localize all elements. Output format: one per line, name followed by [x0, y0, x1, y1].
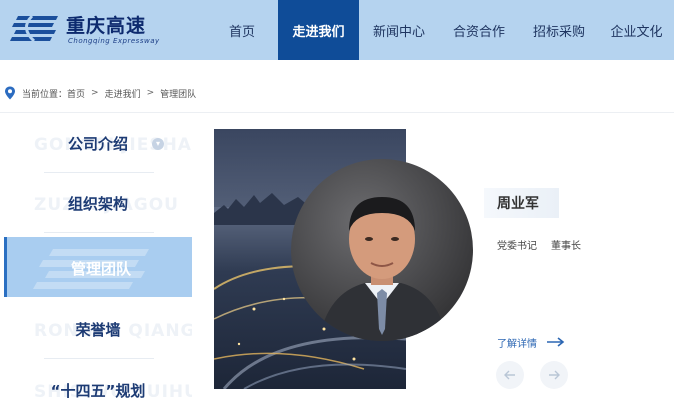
- arrow-right-icon: [547, 337, 565, 347]
- breadcrumb-separator: >: [91, 88, 99, 98]
- previous-button[interactable]: [496, 361, 524, 389]
- executive-title: 党委书记: [497, 241, 537, 252]
- site-header: 重庆高速 Chongqing Expressway 首页 走进我们 新闻中心 合…: [0, 0, 674, 60]
- breadcrumb-prefix: 当前位置：: [22, 89, 68, 100]
- nav-item-news[interactable]: 新闻中心: [359, 0, 439, 60]
- executive-portrait: [291, 159, 473, 341]
- breadcrumb: 当前位置： 首页 > 走进我们 > 管理团队: [4, 85, 196, 101]
- sidebar-item-five-year-plan[interactable]: SHISIWU GUIHUA “十四五”规划: [4, 360, 192, 408]
- more-details-label: 了解详情: [497, 338, 537, 350]
- chevron-down-icon[interactable]: ▾: [152, 138, 164, 150]
- location-pin-icon: [5, 86, 15, 100]
- sidebar-item-company-intro[interactable]: GONGSI JIESHAO 公司介绍 ▾: [4, 113, 192, 173]
- nav-item-procurement[interactable]: 招标采购: [519, 0, 599, 60]
- logo-title: 重庆高速: [66, 15, 147, 37]
- executive-titles: 党委书记 董事长: [497, 237, 581, 252]
- sidebar-item-label: “十四五”规划: [50, 382, 146, 400]
- page: 重庆高速 Chongqing Expressway 首页 走进我们 新闻中心 合…: [0, 0, 674, 408]
- sidebar: GONGSI JIESHAO 公司介绍 ▾ ZUZHI JIAGOU 组织架构 …: [4, 113, 192, 408]
- logo-mark-icon: [10, 14, 58, 43]
- logo-subtitle: Chongqing Expressway: [68, 37, 160, 45]
- sidebar-item-label: 组织架构: [67, 195, 128, 213]
- arrow-left-icon: [504, 370, 515, 380]
- sidebar-item-label: 管理团队: [70, 260, 131, 278]
- nav-item-culture[interactable]: 企业文化: [599, 0, 674, 60]
- sidebar-item-management-team[interactable]: 管理团队: [4, 237, 192, 297]
- nav-item-about[interactable]: 走进我们: [278, 0, 359, 60]
- logo[interactable]: 重庆高速 Chongqing Expressway: [10, 9, 160, 49]
- breadcrumb-current: 管理团队: [160, 89, 197, 100]
- sidebar-item-honor-wall[interactable]: RONGYU QIANG 荣誉墙: [4, 299, 192, 359]
- arrow-right-icon: [549, 370, 560, 380]
- nav-item-home[interactable]: 首页: [206, 0, 278, 60]
- main-nav: 首页 走进我们 新闻中心 合资合作 招标采购 企业文化: [206, 0, 674, 60]
- sidebar-item-org-structure[interactable]: ZUZHI JIAGOU 组织架构: [4, 173, 192, 233]
- nav-item-cooperation[interactable]: 合资合作: [439, 0, 519, 60]
- divider: [44, 358, 154, 359]
- breadcrumb-home[interactable]: 首页: [67, 87, 85, 100]
- more-details-link[interactable]: 了解详情: [497, 334, 565, 350]
- sidebar-item-label: 荣誉墙: [75, 321, 121, 339]
- breadcrumb-separator: >: [146, 88, 155, 98]
- executive-name: 周业军: [497, 196, 539, 212]
- executive-title: 董事长: [551, 241, 581, 252]
- divider: [44, 232, 154, 233]
- next-button[interactable]: [540, 361, 568, 389]
- breadcrumb-about[interactable]: 走进我们: [105, 87, 141, 100]
